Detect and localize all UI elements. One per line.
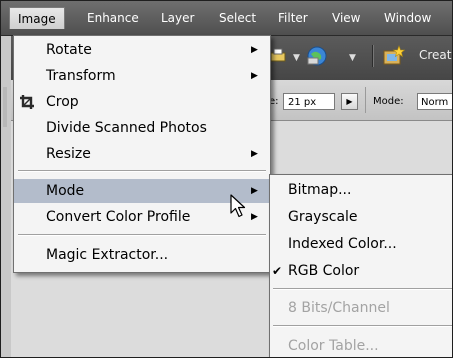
print-icon[interactable] [269,47,287,65]
crop-icon [20,95,34,109]
create-icon[interactable] [381,45,405,67]
menu-item-label: Convert Color Profile [46,209,191,225]
menu-item-divide-scanned-photos[interactable]: Divide Scanned Photos [14,116,270,140]
menu-item-label: Rotate [46,42,92,58]
menu-item-crop[interactable]: Crop [14,90,270,114]
app-window: Image Enhance Layer Select Filter View W… [0,0,453,358]
submenu-item-label: Indexed Color... [288,236,397,252]
mode-select[interactable]: Norm [417,93,452,110]
share-dropdown-icon[interactable]: ▼ [349,53,356,63]
menu-separator [18,234,266,236]
menu-item-label: Divide Scanned Photos [46,120,207,136]
submenu-item-rgb-color[interactable]: ✔ RGB Color [270,258,452,284]
submenu-item-bitmap[interactable]: Bitmap... [270,177,452,203]
size-slider-button[interactable]: ▶ [341,93,358,110]
submenu-item-indexed-color[interactable]: Indexed Color... [270,231,452,257]
submenu-item-8-bits-channel: 8 Bits/Channel [270,295,452,321]
checkmark-icon: ✔ [272,264,283,278]
submenu-arrow-icon: ▶ [251,45,258,55]
mode-label: Mode: [373,96,404,107]
tool-button-edge[interactable] [3,87,7,127]
submenu-separator [273,288,452,290]
submenu-separator [273,325,452,327]
submenu-item-grayscale[interactable]: Grayscale [270,204,452,230]
submenu-arrow-icon: ▶ [251,212,258,222]
submenu-arrow-icon: ▶ [251,149,258,159]
submenu-arrow-icon: ▶ [251,186,258,196]
menu-item-rotate[interactable]: Rotate ▶ [14,38,270,62]
print-dropdown-icon[interactable]: ▼ [293,53,300,63]
menu-item-label: Mode [46,183,85,199]
menu-item-label: Crop [46,94,79,110]
tools-panel-edge [1,36,11,357]
menu-separator [18,170,266,172]
menu-item-transform[interactable]: Transform ▶ [14,64,270,88]
menu-item-label: Transform [46,68,116,84]
menu-image[interactable]: Image [9,7,65,29]
create-label[interactable]: Create [419,48,452,62]
mouse-pointer-icon [230,194,246,218]
submenu-item-color-table: Color Table... [270,333,452,357]
options-separator [365,87,366,113]
submenu-item-label: Grayscale [288,209,358,225]
menu-item-magic-extractor[interactable]: Magic Extractor... [14,243,270,267]
menu-item-resize[interactable]: Resize ▶ [14,142,270,166]
menu-select[interactable]: Select [219,11,256,25]
menu-enhance[interactable]: Enhance [87,11,139,25]
image-menu: Rotate ▶ Transform ▶ Crop Divide Scanned… [13,35,271,273]
submenu-arrow-icon: ▶ [251,71,258,81]
menu-bar: Image Enhance Layer Select Filter View W… [1,1,452,36]
size-field[interactable]: 21 px [283,93,335,110]
share-globe-icon[interactable] [306,45,328,67]
menu-item-label: Magic Extractor... [46,247,169,263]
submenu-item-label: RGB Color [288,263,360,279]
menu-filter[interactable]: Filter [278,11,308,25]
menu-item-label: Resize [46,146,91,162]
mode-submenu: Bitmap... Grayscale Indexed Color... ✔ R… [269,174,452,357]
submenu-item-label: 8 Bits/Channel [288,300,390,316]
submenu-item-label: Color Table... [288,338,379,354]
submenu-item-label: Bitmap... [288,182,352,198]
menu-window[interactable]: Window [384,11,431,25]
toolbar-separator [372,45,374,67]
menu-layer[interactable]: Layer [161,11,194,25]
menu-view[interactable]: View [332,11,360,25]
